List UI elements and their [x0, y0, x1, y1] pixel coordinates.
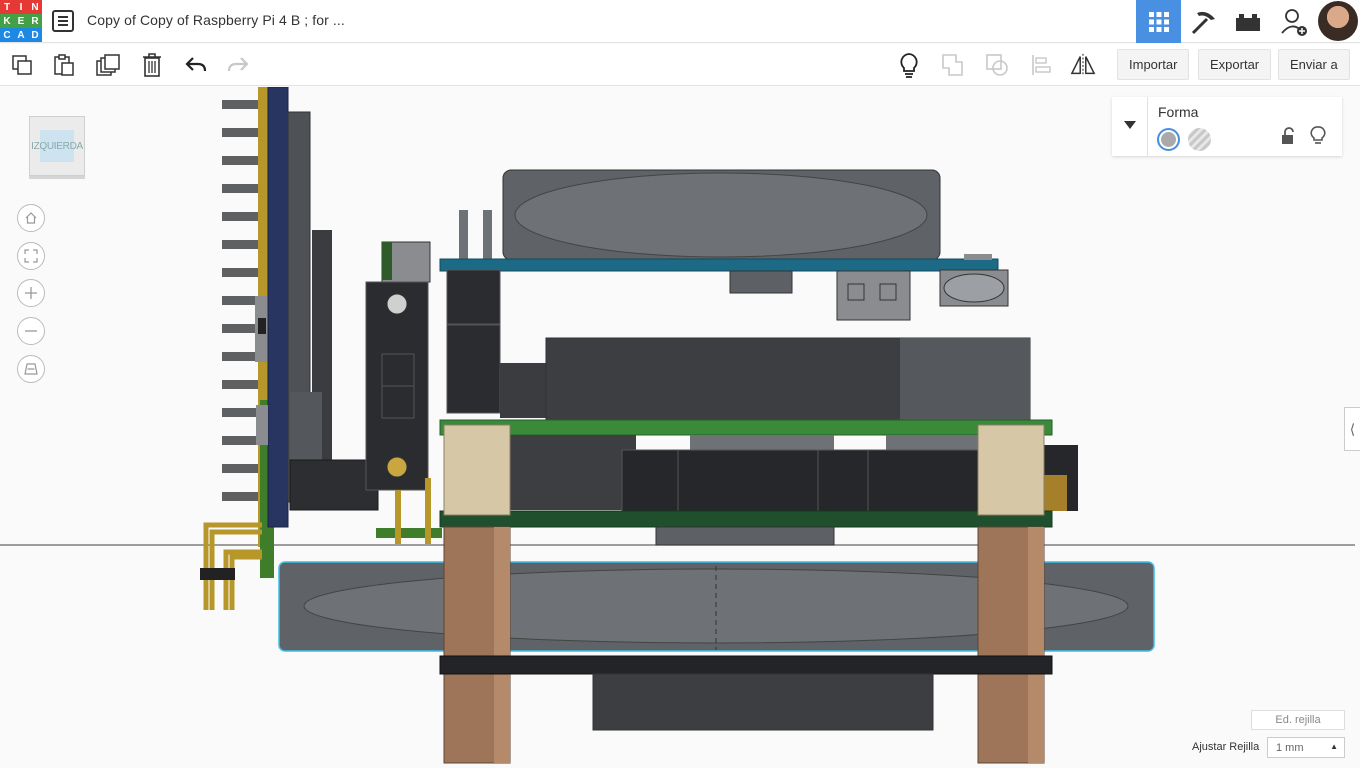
copy-icon — [12, 55, 32, 75]
shape-inspector-panel: Forma — [1112, 97, 1342, 156]
logo-letter: E — [14, 14, 28, 28]
view-cube-face-label: IZQUIERDA — [31, 130, 83, 162]
top-bar: TINKERCAD Copy of Copy of Raspberry Pi 4… — [0, 0, 1360, 43]
logo-letter: R — [28, 14, 42, 28]
view-cube[interactable]: IZQUIERDA — [29, 116, 85, 176]
snap-grid-label: Ajustar Rejilla — [1192, 741, 1260, 753]
fit-view-button[interactable] — [17, 242, 45, 270]
duplicate-icon — [96, 54, 120, 76]
export-button[interactable]: Exportar — [1198, 49, 1272, 80]
user-avatar[interactable] — [1318, 1, 1358, 41]
import-button[interactable]: Importar — [1117, 49, 1190, 80]
redo-button[interactable] — [225, 52, 251, 78]
logo-letter: N — [28, 0, 42, 14]
paste-button[interactable] — [51, 52, 77, 78]
send-to-button[interactable]: Enviar a — [1278, 49, 1350, 80]
add-user-icon — [1280, 8, 1307, 36]
logo-letter: D — [28, 28, 42, 42]
logo-letter: I — [14, 0, 28, 14]
perspective-icon — [24, 363, 38, 375]
undo-button[interactable] — [183, 52, 209, 78]
grid-3d-view-icon — [1148, 11, 1169, 32]
share-user-button[interactable] — [1271, 0, 1316, 43]
align-button[interactable] — [1028, 52, 1054, 78]
codeblocks-button[interactable] — [1181, 0, 1226, 43]
notes-button[interactable] — [896, 52, 922, 78]
side-panel-toggle[interactable]: ⟨ — [1344, 407, 1360, 451]
3d-view-button[interactable] — [1136, 0, 1181, 43]
scene-model[interactable] — [0, 87, 1360, 768]
redo-icon — [227, 57, 249, 72]
bricks-icon — [1235, 13, 1260, 31]
logo-letter: C — [0, 28, 14, 42]
fit-to-view-icon — [24, 249, 38, 263]
solid-color-swatch[interactable] — [1157, 128, 1180, 151]
lightbulb-icon — [900, 53, 918, 78]
panel-divider — [1147, 97, 1148, 156]
mirror-button[interactable] — [1070, 52, 1096, 78]
ungroup-button[interactable] — [984, 52, 1010, 78]
logo-letter: T — [0, 0, 14, 14]
workplane-canvas[interactable]: IZQUIERDA Forma ⟨ Ed. rejilla Ajustar Re… — [0, 87, 1360, 768]
ungroup-icon — [986, 54, 1008, 76]
logo-letter: A — [14, 28, 28, 42]
mirror-icon — [1070, 53, 1096, 77]
document-title[interactable]: Copy of Copy of Raspberry Pi 4 B ; for .… — [87, 12, 345, 28]
pickaxe-icon — [1191, 11, 1215, 34]
zoom-in-button[interactable] — [17, 279, 45, 307]
home-view-button[interactable] — [17, 204, 45, 232]
bricks-button[interactable] — [1225, 0, 1270, 43]
lock-button[interactable] — [1280, 127, 1296, 150]
group-icon — [942, 54, 963, 76]
minus-icon — [25, 330, 37, 332]
snap-grid-select[interactable]: 1 mm ▲ — [1267, 737, 1345, 758]
hole-swatch[interactable] — [1188, 128, 1211, 151]
duplicate-button[interactable] — [95, 52, 121, 78]
snap-grid-value: 1 mm — [1276, 741, 1304, 754]
undo-icon — [185, 57, 207, 72]
home-icon — [25, 212, 37, 224]
collapse-panel-button[interactable] — [1123, 117, 1137, 135]
align-icon — [1032, 55, 1051, 75]
paste-icon — [54, 54, 74, 76]
visibility-button[interactable] — [1310, 126, 1326, 151]
logo-letter: K — [0, 14, 14, 28]
trash-icon — [143, 53, 161, 77]
chevron-left-icon: ⟨ — [1349, 420, 1356, 437]
copy-button[interactable] — [9, 52, 35, 78]
delete-button[interactable] — [139, 52, 165, 78]
edit-grid-button[interactable]: Ed. rejilla — [1251, 710, 1345, 730]
plus-icon — [25, 287, 37, 299]
shape-panel-title: Forma — [1158, 104, 1199, 120]
caret-up-icon: ▲ — [1330, 742, 1338, 751]
design-list-icon[interactable] — [52, 10, 74, 32]
lightbulb-icon — [1310, 126, 1326, 144]
unlock-icon — [1282, 127, 1294, 144]
tinkercad-logo[interactable]: TINKERCAD — [0, 0, 42, 42]
group-button[interactable] — [940, 52, 966, 78]
zoom-out-button[interactable] — [17, 317, 45, 345]
perspective-button[interactable] — [17, 355, 45, 383]
triangle-down-icon — [1124, 121, 1136, 129]
edit-toolbar: Importar Exportar Enviar a — [0, 44, 1360, 86]
